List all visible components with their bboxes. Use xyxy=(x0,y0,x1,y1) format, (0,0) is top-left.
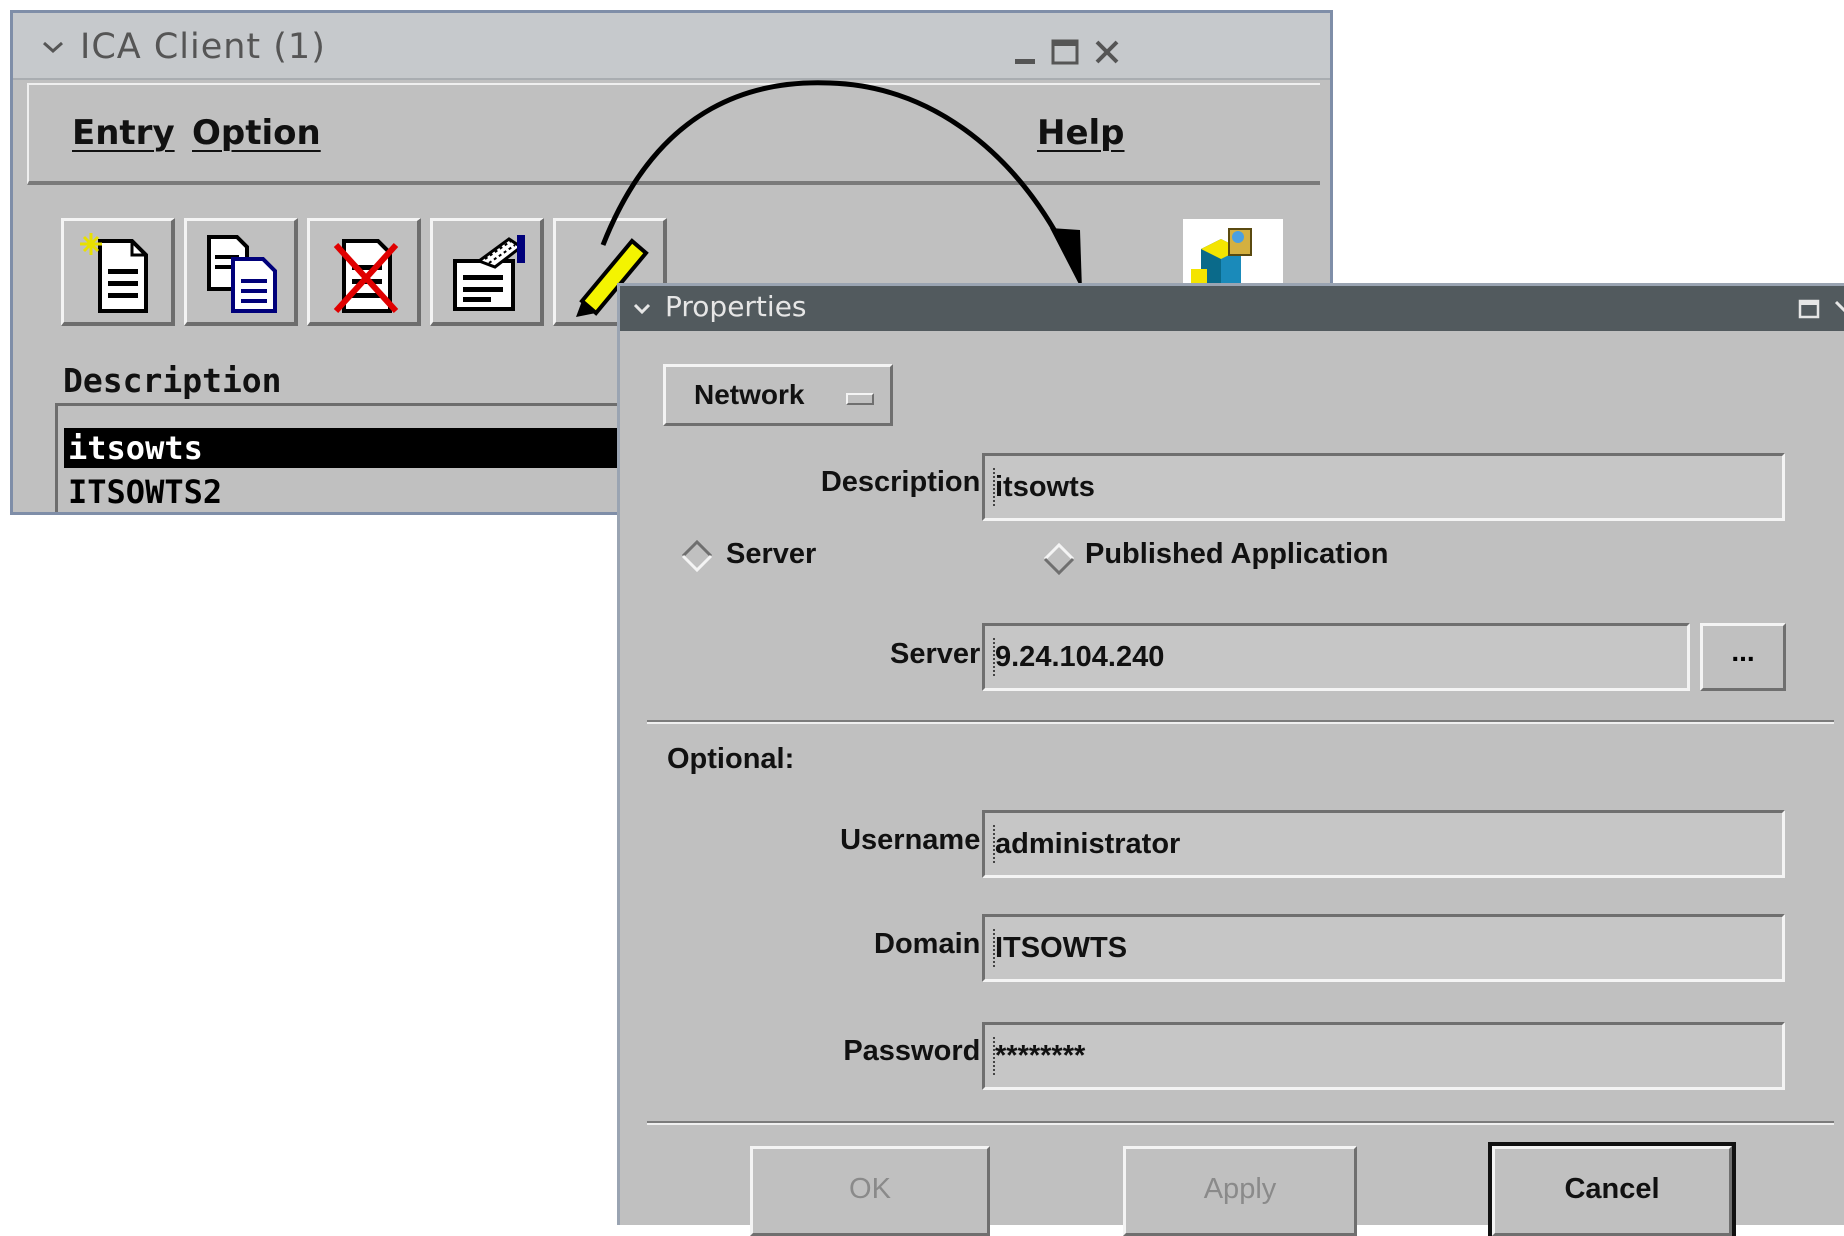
close-icon[interactable] xyxy=(1093,37,1121,67)
cancel-button[interactable]: Cancel xyxy=(1488,1142,1736,1236)
server-label: Server: xyxy=(890,638,990,670)
new-entry-button[interactable] xyxy=(61,218,175,326)
menu-option[interactable]: Option xyxy=(192,113,321,153)
username-value: administrator xyxy=(995,828,1181,860)
domain-field[interactable]: ITSOWTS xyxy=(982,914,1785,982)
ok-button[interactable]: OK xyxy=(750,1146,990,1236)
text-cursor xyxy=(993,638,997,676)
properties-button[interactable] xyxy=(430,218,544,326)
text-cursor xyxy=(993,929,997,967)
password-value: ******** xyxy=(995,1040,1086,1072)
menu-help[interactable]: Help xyxy=(1037,113,1125,153)
window-menu-chevron-icon[interactable] xyxy=(41,35,65,59)
domain-value: ITSOWTS xyxy=(995,932,1128,964)
properties-icon xyxy=(453,235,525,311)
window-title: ICA Client (1) xyxy=(80,27,326,67)
maximize-icon[interactable] xyxy=(1050,37,1080,67)
cancel-button-label: Cancel xyxy=(1564,1173,1660,1205)
server-radio[interactable] xyxy=(680,539,714,573)
published-application-radio[interactable] xyxy=(1042,542,1076,576)
separator xyxy=(647,720,1834,724)
copy-entry-icon xyxy=(207,235,277,313)
option-menu-indicator-icon xyxy=(846,393,874,405)
menu-option-label: Option xyxy=(192,113,321,153)
menu-entry-label: Entry xyxy=(72,113,175,153)
browse-button-label: ... xyxy=(1731,636,1755,667)
text-cursor xyxy=(993,1037,997,1075)
minimize-icon[interactable] xyxy=(1013,37,1037,67)
server-radio-label[interactable]: Server xyxy=(726,538,816,571)
domain-label: Domain: xyxy=(874,928,990,960)
text-cursor xyxy=(993,825,997,863)
ok-button-label: OK xyxy=(849,1173,891,1205)
page-selector-dropdown[interactable]: Network xyxy=(663,364,893,426)
description-value: itsowts xyxy=(995,471,1095,503)
username-label: Username: xyxy=(840,824,990,856)
ica-titlebar[interactable]: ICA Client (1) xyxy=(13,13,1330,80)
description-field[interactable]: itsowts xyxy=(982,453,1785,521)
published-application-radio-label[interactable]: Published Application xyxy=(1085,538,1388,571)
menu-help-label: Help xyxy=(1037,113,1125,153)
close-icon[interactable] xyxy=(1834,298,1844,320)
optional-label: Optional: xyxy=(667,743,795,775)
menu-bar: Entry Option Help xyxy=(27,83,1320,185)
password-label: Password: xyxy=(843,1035,990,1067)
password-field[interactable]: ******** xyxy=(982,1022,1785,1090)
text-cursor xyxy=(993,468,997,506)
properties-titlebar[interactable]: Properties xyxy=(620,286,1844,331)
maximize-icon[interactable] xyxy=(1798,298,1820,320)
browse-server-button[interactable]: ... xyxy=(1700,623,1786,691)
delete-entry-button[interactable] xyxy=(307,218,421,326)
properties-dialog: Properties Network Description: itsowts … xyxy=(617,283,1844,1236)
server-field[interactable]: 9.24.104.240 xyxy=(982,623,1690,691)
separator xyxy=(647,1121,1834,1125)
new-entry-icon xyxy=(80,233,148,313)
apply-button-label: Apply xyxy=(1203,1173,1277,1205)
server-value: 9.24.104.240 xyxy=(995,641,1165,673)
description-label: Description: xyxy=(820,466,990,498)
copy-entry-button[interactable] xyxy=(184,218,298,326)
dialog-title: Properties xyxy=(665,290,807,323)
page-selector-value: Network xyxy=(694,379,805,410)
username-field[interactable]: administrator xyxy=(982,810,1785,878)
window-menu-chevron-icon[interactable] xyxy=(632,298,652,318)
description-column-header: Description xyxy=(63,361,282,400)
apply-button[interactable]: Apply xyxy=(1123,1146,1357,1236)
delete-entry-icon xyxy=(333,239,399,314)
menu-entry[interactable]: Entry xyxy=(72,113,175,153)
